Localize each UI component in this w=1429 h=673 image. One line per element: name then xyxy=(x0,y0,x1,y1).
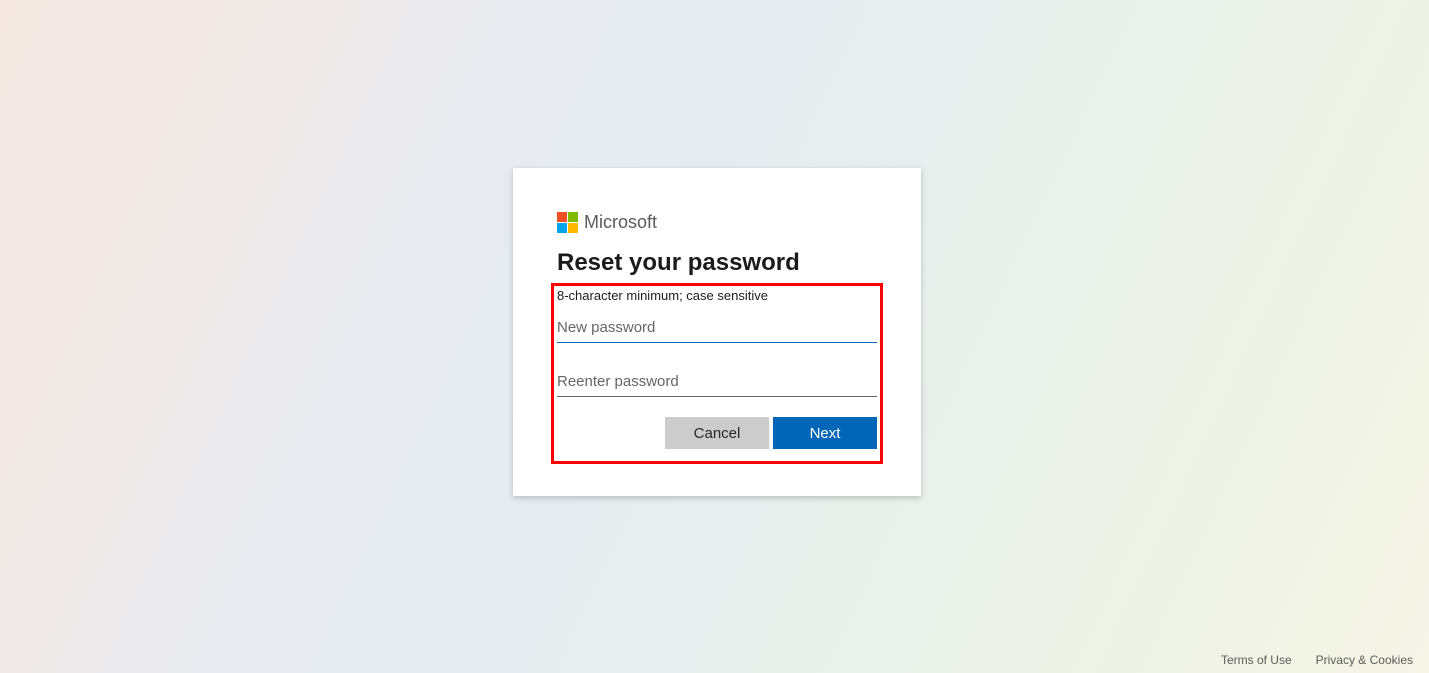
highlighted-form-area: 8-character minimum; case sensitive Canc… xyxy=(551,283,883,464)
brand-row: Microsoft xyxy=(557,212,877,233)
password-hint: 8-character minimum; case sensitive xyxy=(557,288,877,303)
page-title: Reset your password xyxy=(557,249,877,277)
new-password-input[interactable] xyxy=(557,311,877,343)
button-row: Cancel Next xyxy=(557,417,877,449)
cancel-button[interactable]: Cancel xyxy=(665,417,769,449)
footer-links: Terms of Use Privacy & Cookies xyxy=(1221,653,1413,667)
microsoft-logo-icon xyxy=(557,212,578,233)
next-button[interactable]: Next xyxy=(773,417,877,449)
reset-password-card: Microsoft Reset your password 8-characte… xyxy=(513,168,921,496)
terms-link[interactable]: Terms of Use xyxy=(1221,653,1292,667)
reenter-password-input[interactable] xyxy=(557,365,877,397)
privacy-link[interactable]: Privacy & Cookies xyxy=(1316,653,1413,667)
brand-name: Microsoft xyxy=(584,212,657,233)
